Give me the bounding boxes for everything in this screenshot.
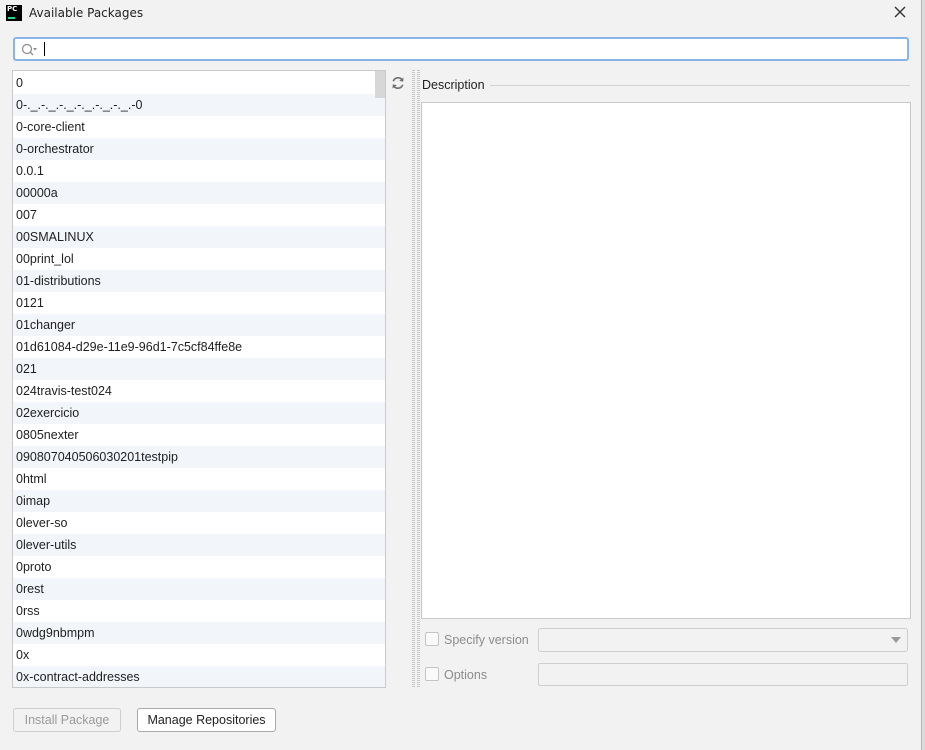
list-item[interactable]: 01changer [13,314,385,336]
description-area [421,102,911,619]
options-label: Options [444,668,488,682]
list-item[interactable]: 00print_lol [13,248,385,270]
version-select[interactable] [538,628,908,652]
list-item[interactable]: 0 [13,72,385,94]
list-item[interactable]: 0x-contract-addresses [13,666,385,687]
options-input[interactable] [538,663,908,686]
app-icon-text: PC [7,5,18,13]
list-item[interactable]: 01-distributions [13,270,385,292]
list-item[interactable]: 0-orchestrator [13,138,385,160]
specify-version-label: Specify version [444,633,529,647]
list-item[interactable]: 024travis-test024 [13,380,385,402]
list-item[interactable]: 0-._.-._.-._.-._.-._.-._.-0 [13,94,385,116]
window-edge [921,0,925,750]
list-item[interactable]: 00000a [13,182,385,204]
list-item[interactable]: 090807040506030201testpip [13,446,385,468]
list-scrollbar[interactable] [375,71,385,98]
list-item[interactable]: 0rest [13,578,385,600]
text-caret [44,42,45,56]
list-item[interactable]: 0imap [13,490,385,512]
list-item[interactable]: 0805nexter [13,424,385,446]
package-list[interactable]: 0 0-._.-._.-._.-._.-._.-._.-0 0-core-clien… [12,70,386,688]
list-item[interactable]: 01d61084-d29e-11e9-96d1-7c5cf84ffe8e [13,336,385,358]
list-item[interactable]: 0proto [13,556,385,578]
refresh-button[interactable] [387,72,409,94]
install-package-button[interactable]: Install Package [13,708,121,732]
list-item[interactable]: 00SMALINUX [13,226,385,248]
description-divider [490,85,910,86]
manage-repositories-button[interactable]: Manage Repositories [137,708,276,732]
specify-version-checkbox[interactable] [425,632,439,646]
window-title: Available Packages [29,6,144,20]
list-item[interactable]: 0.0.1 [13,160,385,182]
close-icon [894,6,906,18]
list-item[interactable]: 0lever-utils [13,534,385,556]
list-item[interactable]: 0x [13,644,385,666]
list-item[interactable]: 0html [13,468,385,490]
options-checkbox[interactable] [425,667,439,681]
list-item[interactable]: 0rss [13,600,385,622]
list-item[interactable]: 021 [13,358,385,380]
search-field[interactable] [13,37,909,61]
title-bar: PC Available Packages [0,0,925,28]
refresh-icon [392,76,404,90]
list-item[interactable]: 0-core-client [13,116,385,138]
search-icon[interactable] [20,42,38,58]
list-item[interactable]: 0lever-so [13,512,385,534]
list-item[interactable]: 0121 [13,292,385,314]
list-item[interactable]: 007 [13,204,385,226]
close-button[interactable] [889,3,911,23]
description-label: Description [422,78,485,92]
panel-splitter[interactable] [412,70,420,688]
chevron-down-icon [891,637,901,643]
list-item[interactable]: 0wdg9nbmpm [13,622,385,644]
pycharm-icon: PC [6,5,22,21]
list-item[interactable]: 02exercicio [13,402,385,424]
search-input[interactable] [43,40,903,58]
